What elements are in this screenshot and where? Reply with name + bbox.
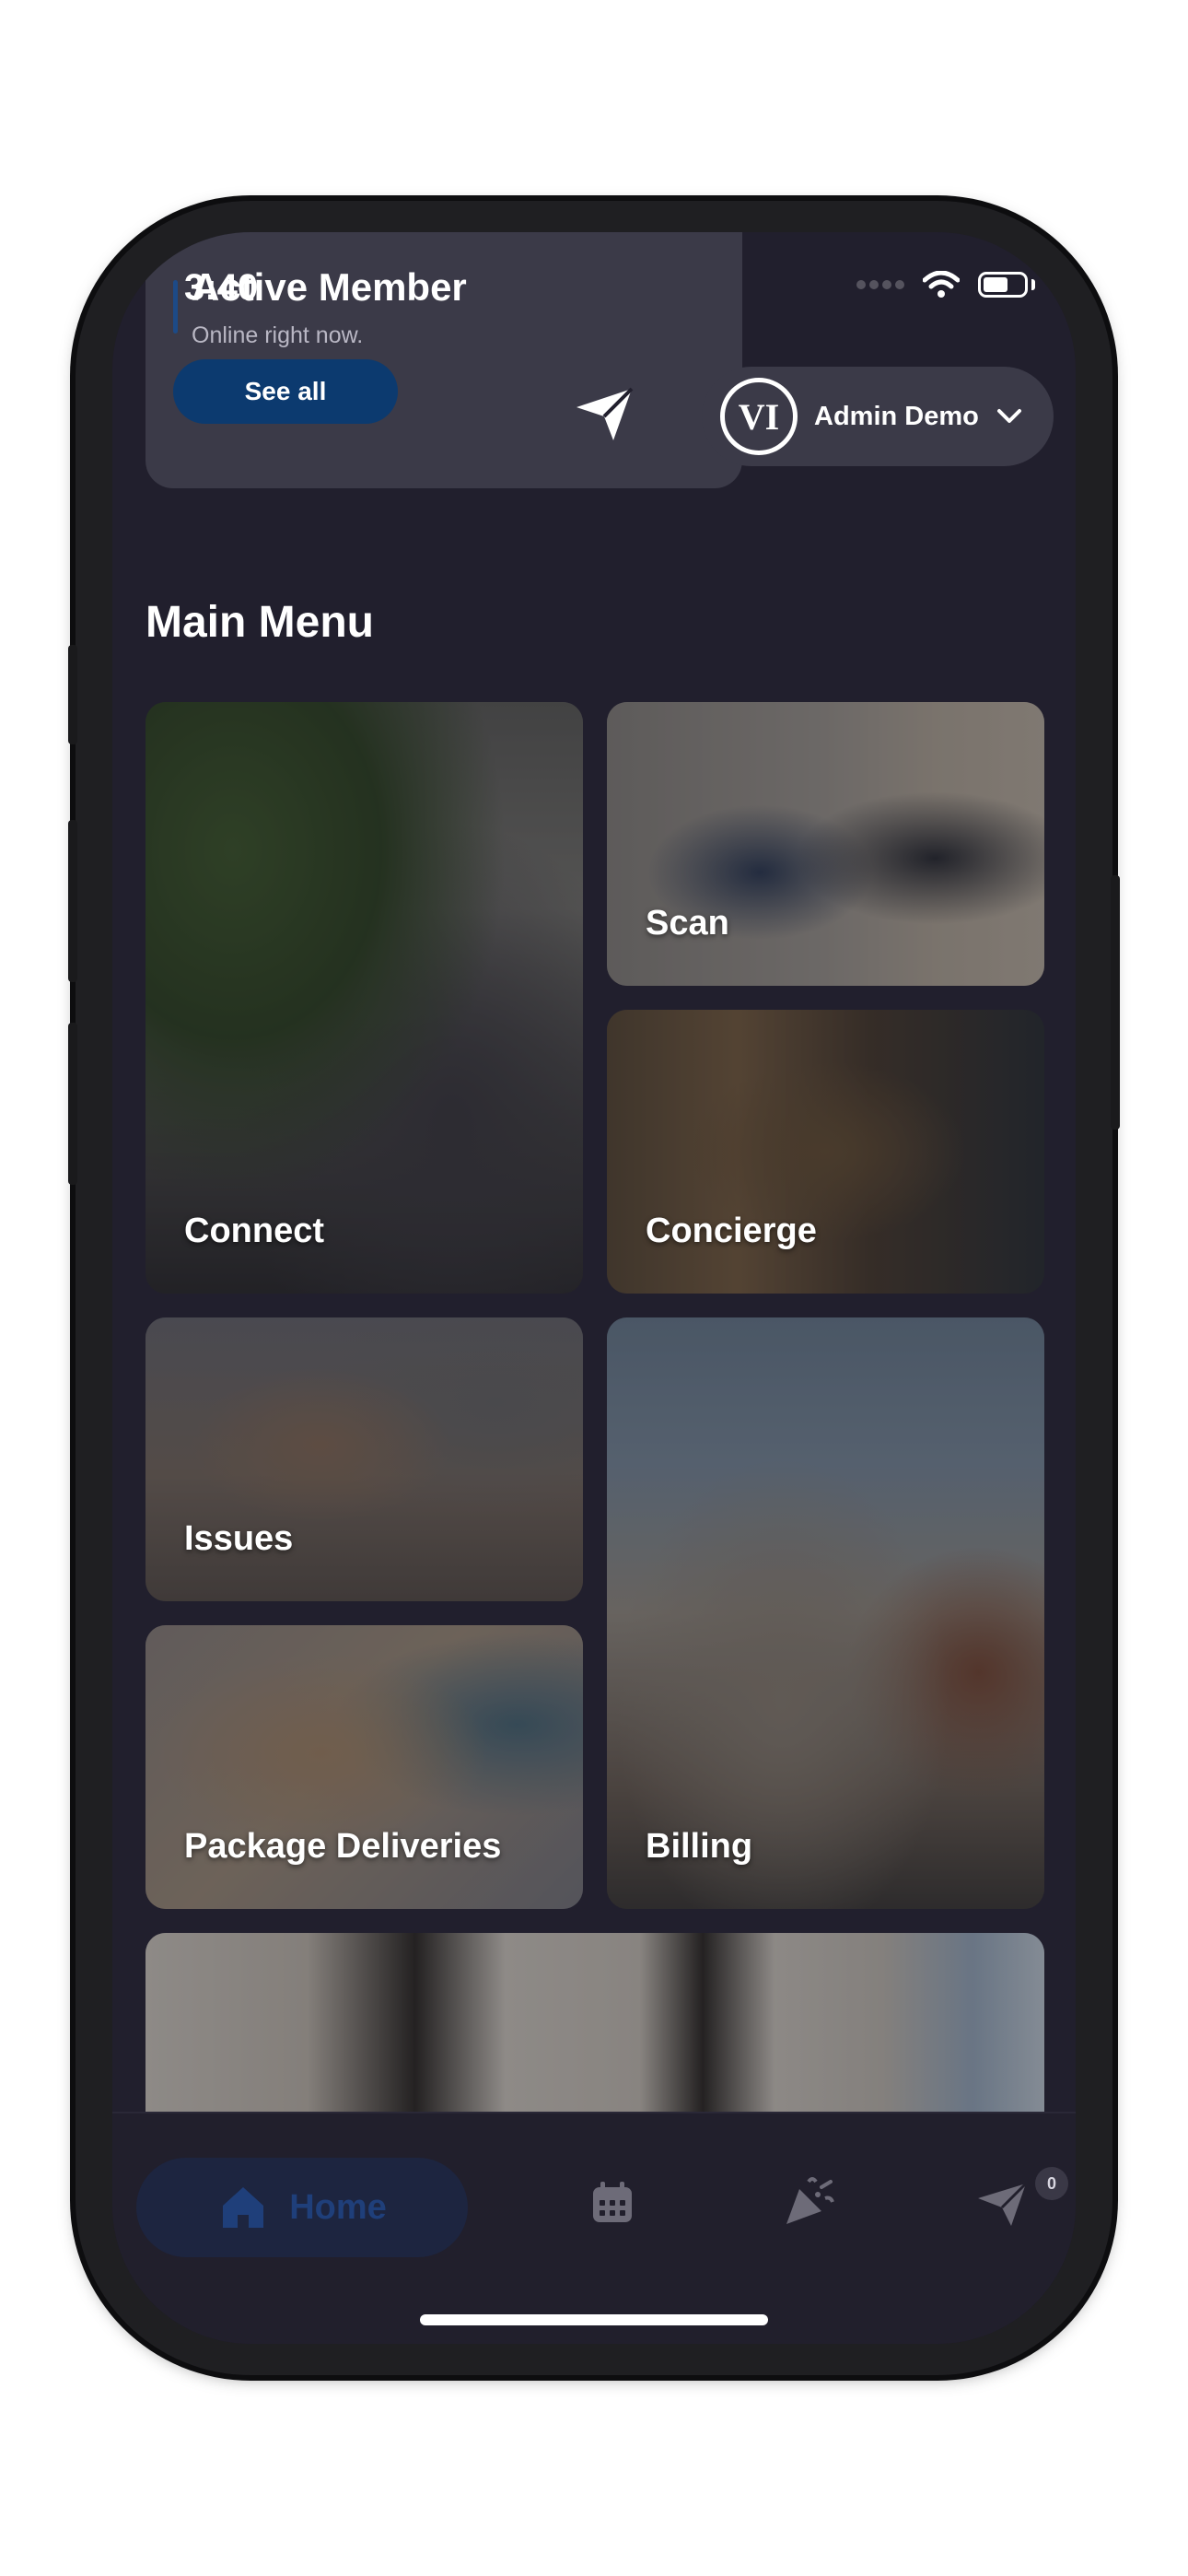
member-card-subtitle: Online right now.	[192, 322, 364, 348]
tile-label: Scan	[646, 904, 729, 943]
tile-overlay	[607, 1317, 1044, 1909]
home-icon	[223, 2187, 264, 2228]
tile-overlay	[146, 702, 583, 1294]
tile-label: Package Deliveries	[184, 1827, 502, 1866]
side-button-volume-down	[68, 1023, 77, 1185]
menu-tile-scan[interactable]: Scan	[607, 702, 1044, 986]
side-button-silent	[68, 645, 77, 744]
member-accent-bar	[173, 280, 178, 334]
notification-badge: 0	[1035, 2167, 1068, 2200]
battery-tip	[1031, 279, 1035, 290]
main-menu-title: Main Menu	[146, 598, 374, 647]
send-icon[interactable]	[571, 380, 637, 446]
tile-label: Billing	[646, 1827, 753, 1866]
app-screen: Active Member Online right now. See all …	[112, 232, 1076, 2344]
menu-tile-package-deliveries[interactable]: Package Deliveries	[146, 1625, 583, 1909]
chevron-down-icon	[996, 409, 1021, 423]
user-menu-button[interactable]: VI Admin Demo	[702, 367, 1054, 466]
user-name: Admin Demo	[814, 401, 979, 431]
cellular-signal-icon	[856, 280, 904, 289]
menu-tile-issues[interactable]: Issues	[146, 1317, 583, 1601]
company-logo: VI	[720, 378, 798, 455]
menu-tile-billing[interactable]: Billing	[607, 1317, 1044, 1909]
menu-tile-concierge[interactable]: Concierge	[607, 1010, 1044, 1294]
see-all-button[interactable]: See all	[173, 359, 398, 424]
bottom-tab-bar: Home 0	[112, 2112, 1076, 2344]
battery-icon	[978, 272, 1028, 298]
tab-home[interactable]: Home	[136, 2158, 468, 2257]
wifi-icon	[923, 271, 960, 298]
calendar-icon[interactable]	[589, 2180, 635, 2226]
status-indicators	[856, 271, 1035, 299]
tile-label: Issues	[184, 1519, 294, 1558]
status-time: 3:40	[184, 267, 259, 308]
side-button-power	[1111, 875, 1120, 1130]
tab-home-label: Home	[289, 2187, 387, 2227]
side-button-volume-up	[68, 820, 77, 982]
tile-label: Connect	[184, 1212, 324, 1250]
home-indicator[interactable]	[420, 2314, 768, 2325]
menu-tile-connect[interactable]: Connect	[146, 702, 583, 1294]
send-icon[interactable]	[974, 2178, 1030, 2230]
celebration-icon[interactable]	[781, 2174, 836, 2230]
tile-label: Concierge	[646, 1212, 817, 1250]
